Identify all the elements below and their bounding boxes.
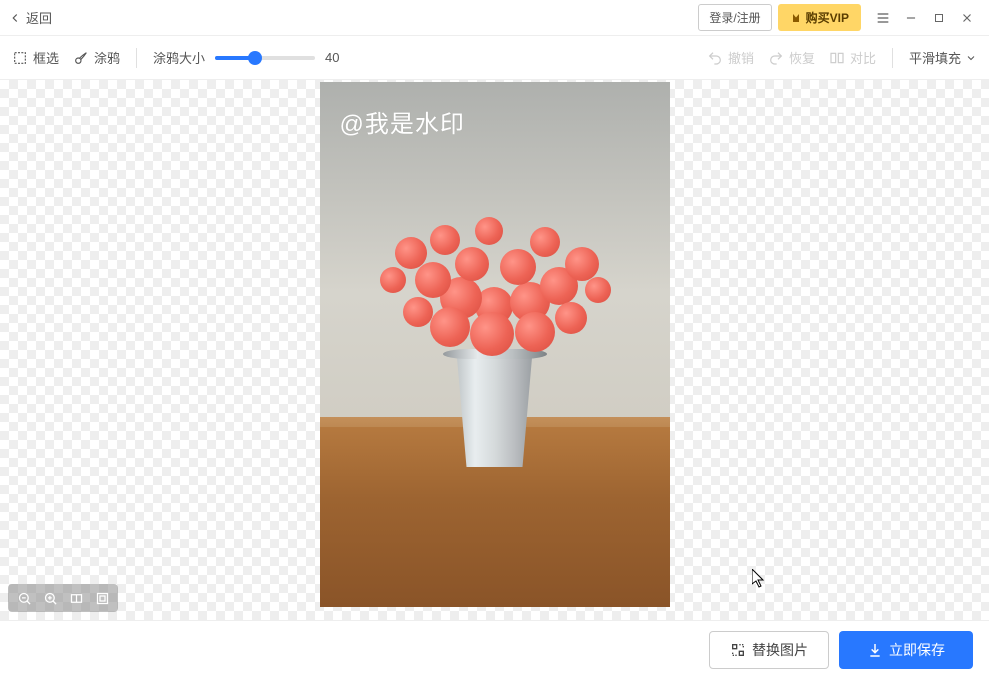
box-select-icon <box>12 50 28 66</box>
replace-image-button[interactable]: 替换图片 <box>709 631 829 669</box>
actual-size-button[interactable] <box>90 587 114 609</box>
actual-size-icon <box>95 591 110 606</box>
replace-label: 替换图片 <box>752 640 808 660</box>
slider-thumb[interactable] <box>248 51 262 65</box>
fit-width-icon <box>69 591 84 606</box>
back-button[interactable]: 返回 <box>8 8 52 27</box>
zoom-controls <box>8 584 118 612</box>
redo-button[interactable]: 恢复 <box>768 48 815 67</box>
vip-crown-icon <box>790 12 802 24</box>
back-label: 返回 <box>26 8 52 27</box>
separator <box>892 48 893 68</box>
maximize-button[interactable] <box>925 4 953 32</box>
minimize-icon <box>904 11 918 25</box>
box-select-label: 框选 <box>33 48 59 67</box>
brush-tool[interactable]: 涂鸦 <box>73 48 120 67</box>
zoom-in-button[interactable] <box>38 587 62 609</box>
canvas-area[interactable]: @我是水印 <box>0 80 989 620</box>
chevron-down-icon <box>965 52 977 64</box>
fit-width-button[interactable] <box>64 587 88 609</box>
minimize-button[interactable] <box>897 4 925 32</box>
undo-icon <box>707 50 723 66</box>
brush-size-slider[interactable] <box>215 56 315 60</box>
arrow-left-icon <box>8 11 22 25</box>
title-bar: 返回 登录/注册 购买VIP <box>0 0 989 36</box>
compare-label: 对比 <box>850 48 876 67</box>
compare-icon <box>829 50 845 66</box>
redo-icon <box>768 50 784 66</box>
buy-vip-button[interactable]: 购买VIP <box>778 4 861 31</box>
undo-button[interactable]: 撤销 <box>707 48 754 67</box>
brush-size-label: 涂鸦大小 <box>153 48 205 67</box>
zoom-out-button[interactable] <box>12 587 36 609</box>
compare-button[interactable]: 对比 <box>829 48 876 67</box>
image-preview[interactable]: @我是水印 <box>320 82 670 607</box>
vip-label: 购买VIP <box>806 9 849 26</box>
fill-mode-label: 平滑填充 <box>909 48 961 67</box>
footer: 替换图片 立即保存 <box>0 620 989 678</box>
redo-label: 恢复 <box>789 48 815 67</box>
undo-label: 撤销 <box>728 48 754 67</box>
download-icon <box>867 642 883 658</box>
separator <box>136 48 137 68</box>
mouse-cursor-icon <box>752 569 768 589</box>
brush-size-group: 涂鸦大小 40 <box>153 48 339 67</box>
save-label: 立即保存 <box>889 640 945 660</box>
zoom-out-icon <box>17 591 32 606</box>
replace-icon <box>730 642 746 658</box>
brush-icon <box>73 50 89 66</box>
login-button[interactable]: 登录/注册 <box>698 4 771 31</box>
brush-size-value: 40 <box>325 50 339 65</box>
watermark-text: @我是水印 <box>340 104 465 139</box>
zoom-in-icon <box>43 591 58 606</box>
maximize-icon <box>933 12 945 24</box>
close-icon <box>960 11 974 25</box>
save-button[interactable]: 立即保存 <box>839 631 973 669</box>
brush-label: 涂鸦 <box>94 48 120 67</box>
fill-mode-dropdown[interactable]: 平滑填充 <box>909 48 977 67</box>
menu-button[interactable] <box>869 4 897 32</box>
hamburger-icon <box>875 10 891 26</box>
box-select-tool[interactable]: 框选 <box>12 48 59 67</box>
image-content <box>355 207 635 357</box>
close-button[interactable] <box>953 4 981 32</box>
toolbar: 框选 涂鸦 涂鸦大小 40 撤销 恢复 <box>0 36 989 80</box>
